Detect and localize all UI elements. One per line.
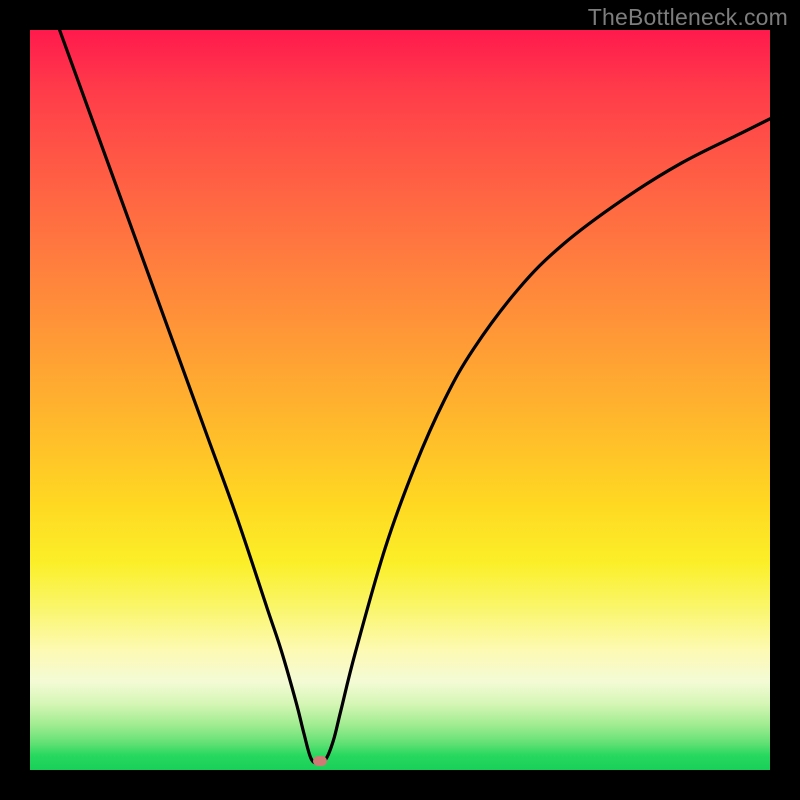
optimum-marker — [313, 756, 327, 766]
curve-svg — [30, 30, 770, 770]
outer-frame: TheBottleneck.com — [0, 0, 800, 800]
bottleneck-curve — [60, 30, 770, 763]
watermark-text: TheBottleneck.com — [588, 4, 788, 31]
plot-area — [30, 30, 770, 770]
